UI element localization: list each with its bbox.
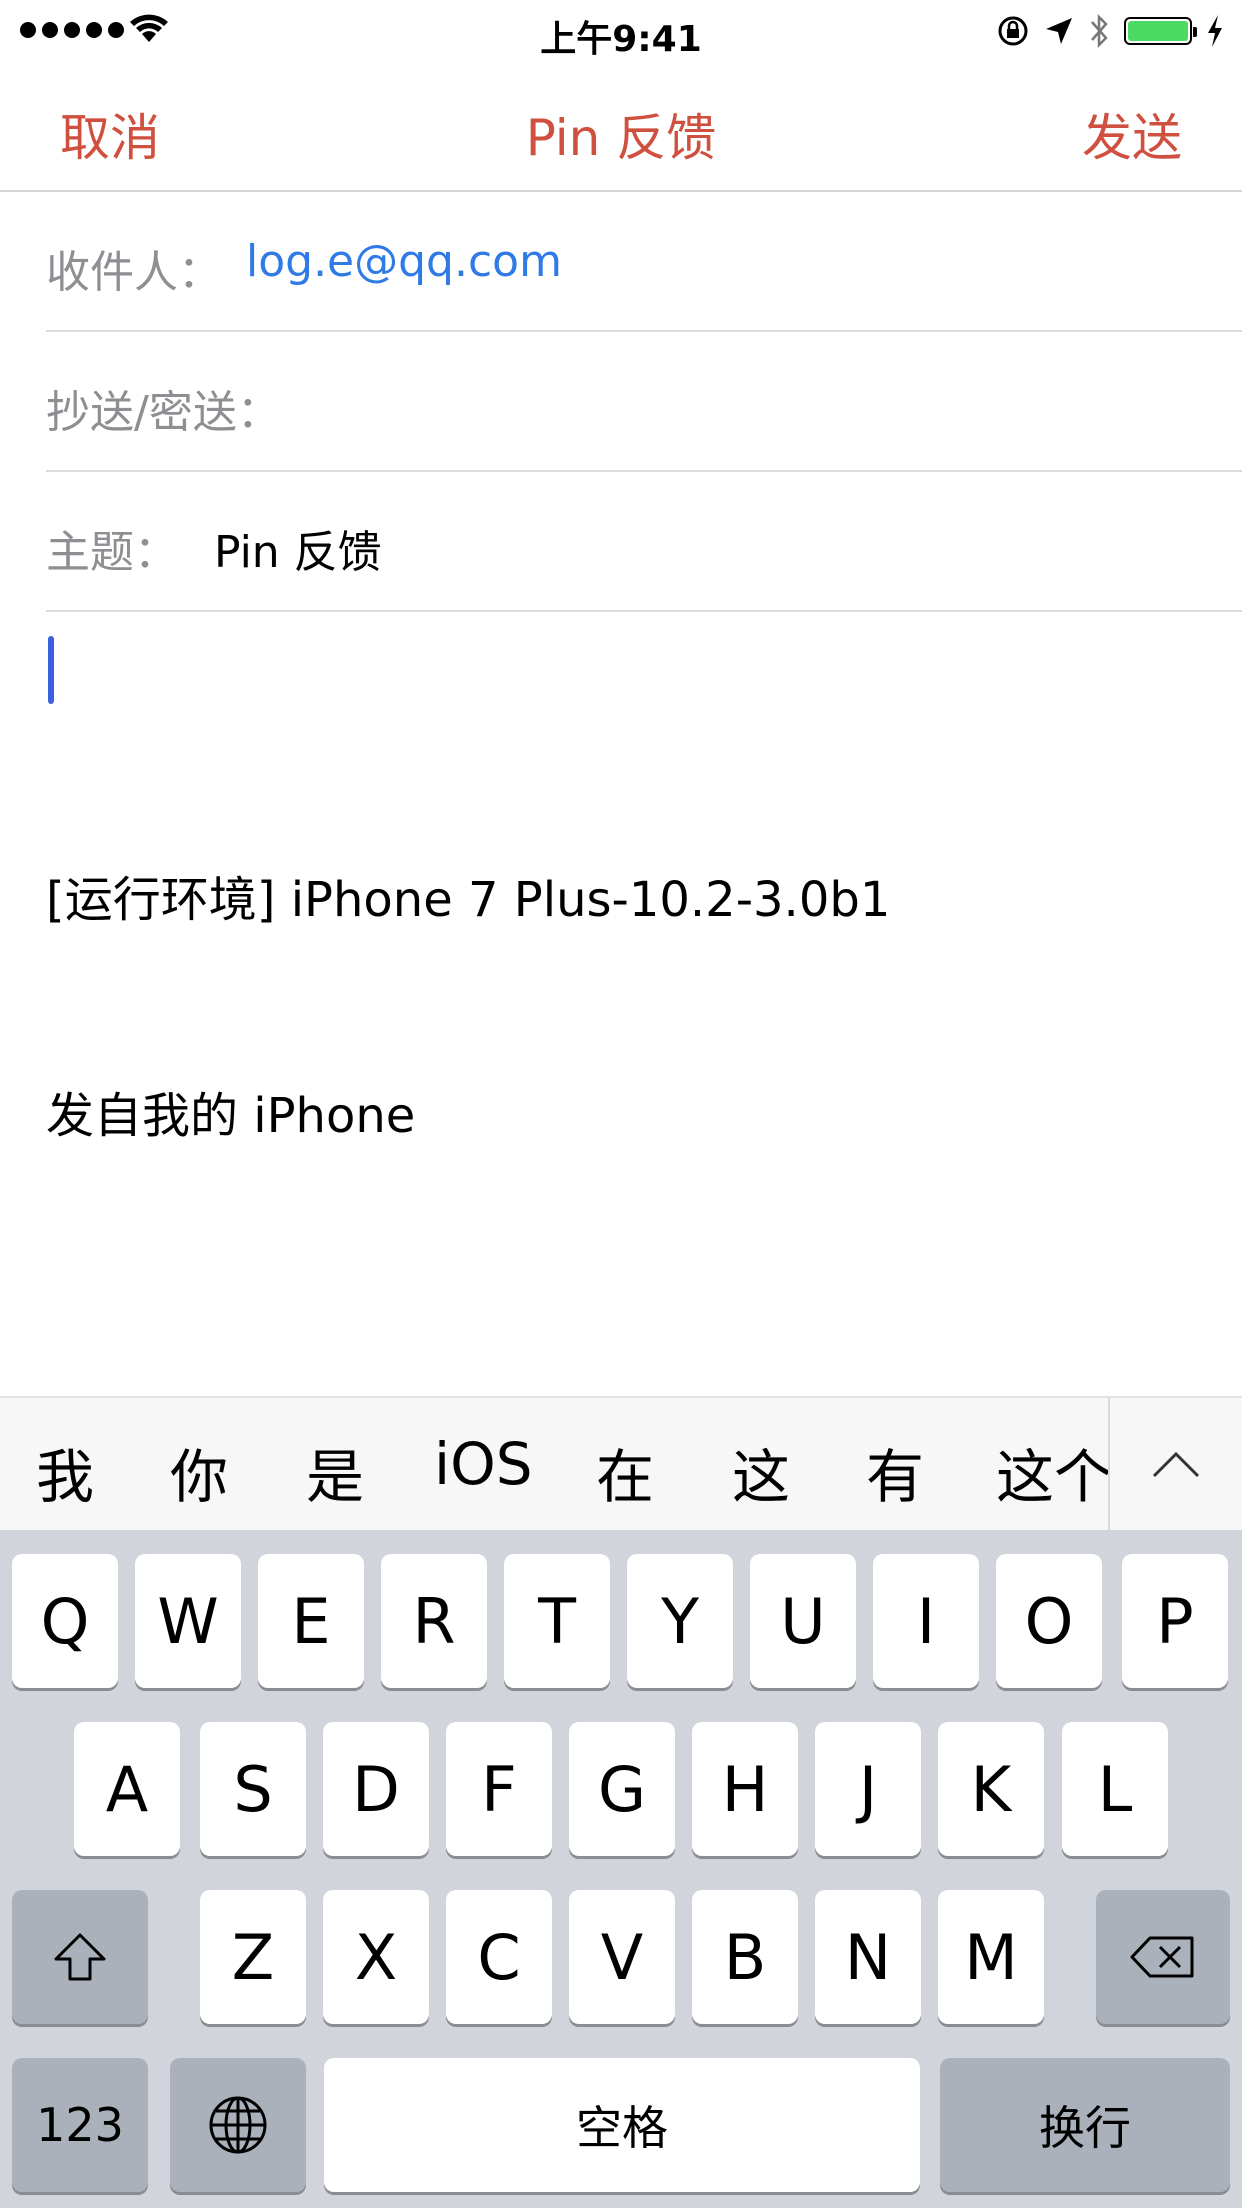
candidate-item[interactable]: 这 [732, 1430, 790, 1514]
candidate-bar: 我 你 是 iOS 在 这 有 这个 [0, 1396, 1242, 1532]
key-k[interactable]: K [938, 1722, 1044, 1856]
cc-bcc-field[interactable]: 抄送/密送： [46, 332, 1242, 472]
orientation-lock-icon [998, 16, 1028, 46]
subject-field[interactable]: 主题： Pin 反馈 [46, 472, 1242, 612]
key-d[interactable]: D [323, 1722, 429, 1856]
text-cursor [48, 636, 54, 704]
bluetooth-icon [1091, 13, 1108, 49]
subject-label: 主题： [46, 527, 178, 578]
key-s[interactable]: S [200, 1722, 306, 1856]
key-e[interactable]: E [258, 1554, 364, 1688]
candidate-item[interactable]: 我 [36, 1430, 94, 1514]
key-j[interactable]: J [815, 1722, 921, 1856]
key-r[interactable]: R [381, 1554, 487, 1688]
globe-icon [209, 2096, 267, 2154]
key-l[interactable]: L [1062, 1722, 1168, 1856]
key-x[interactable]: X [323, 1890, 429, 2024]
body-signature-line[interactable]: 发自我的 iPhone [46, 1076, 415, 1146]
key-f[interactable]: F [446, 1722, 552, 1856]
status-bar: 上午9:41 [0, 0, 1242, 60]
key-w[interactable]: W [135, 1554, 241, 1688]
return-key[interactable]: 换行 [940, 2058, 1230, 2192]
key-a[interactable]: A [74, 1722, 180, 1856]
candidate-item[interactable]: 这个 [996, 1430, 1108, 1514]
candidate-item[interactable]: 有 [866, 1430, 924, 1514]
key-t[interactable]: T [504, 1554, 610, 1688]
to-recipient[interactable]: log.e@qq.com [246, 236, 562, 287]
key-q[interactable]: Q [12, 1554, 118, 1688]
key-z[interactable]: Z [200, 1890, 306, 2024]
expand-candidates-button[interactable] [1110, 1398, 1242, 1532]
key-g[interactable]: G [569, 1722, 675, 1856]
candidate-item[interactable]: 你 [170, 1430, 228, 1514]
location-arrow-icon [1046, 18, 1072, 44]
to-label: 收件人： [46, 247, 222, 298]
key-m[interactable]: M [938, 1890, 1044, 2024]
key-o[interactable]: O [996, 1554, 1102, 1688]
chevron-up-icon [1152, 1451, 1200, 1478]
key-n[interactable]: N [815, 1890, 921, 2024]
space-key[interactable]: 空格 [324, 2058, 920, 2192]
compose-nav-bar: 取消 Pin 反馈 发送 [0, 60, 1242, 192]
body-environment-line[interactable]: [运行环境] iPhone 7 Plus-10.2-3.0b1 [46, 860, 890, 930]
key-p[interactable]: P [1122, 1554, 1228, 1688]
shift-arrow-icon [54, 1933, 106, 1981]
key-i[interactable]: I [873, 1554, 979, 1688]
globe-key[interactable] [170, 2058, 306, 2192]
key-y[interactable]: Y [627, 1554, 733, 1688]
backspace-icon [1130, 1936, 1194, 1978]
subject-value[interactable]: Pin 反馈 [214, 516, 382, 580]
to-field[interactable]: 收件人： log.e@qq.com [46, 192, 1242, 332]
key-v[interactable]: V [569, 1890, 675, 2024]
candidate-item[interactable]: iOS [434, 1430, 533, 1498]
charging-bolt-icon [1208, 15, 1222, 47]
key-u[interactable]: U [750, 1554, 856, 1688]
backspace-key[interactable] [1096, 1890, 1230, 2024]
candidate-item[interactable]: 是 [306, 1430, 364, 1514]
page-title: Pin 反馈 [525, 109, 717, 167]
key-b[interactable]: B [692, 1890, 798, 2024]
cc-bcc-label: 抄送/密送： [46, 387, 281, 438]
battery-icon [1124, 17, 1197, 45]
shift-key[interactable] [12, 1890, 148, 2024]
candidate-item[interactable]: 在 [596, 1430, 654, 1514]
numbers-key[interactable]: 123 [12, 2058, 148, 2192]
key-h[interactable]: H [692, 1722, 798, 1856]
key-c[interactable]: C [446, 1890, 552, 2024]
send-button[interactable]: 发送 [1082, 98, 1182, 170]
keyboard: Q W E R T Y U I O P A S D F G H J K L Z … [0, 1530, 1242, 2208]
